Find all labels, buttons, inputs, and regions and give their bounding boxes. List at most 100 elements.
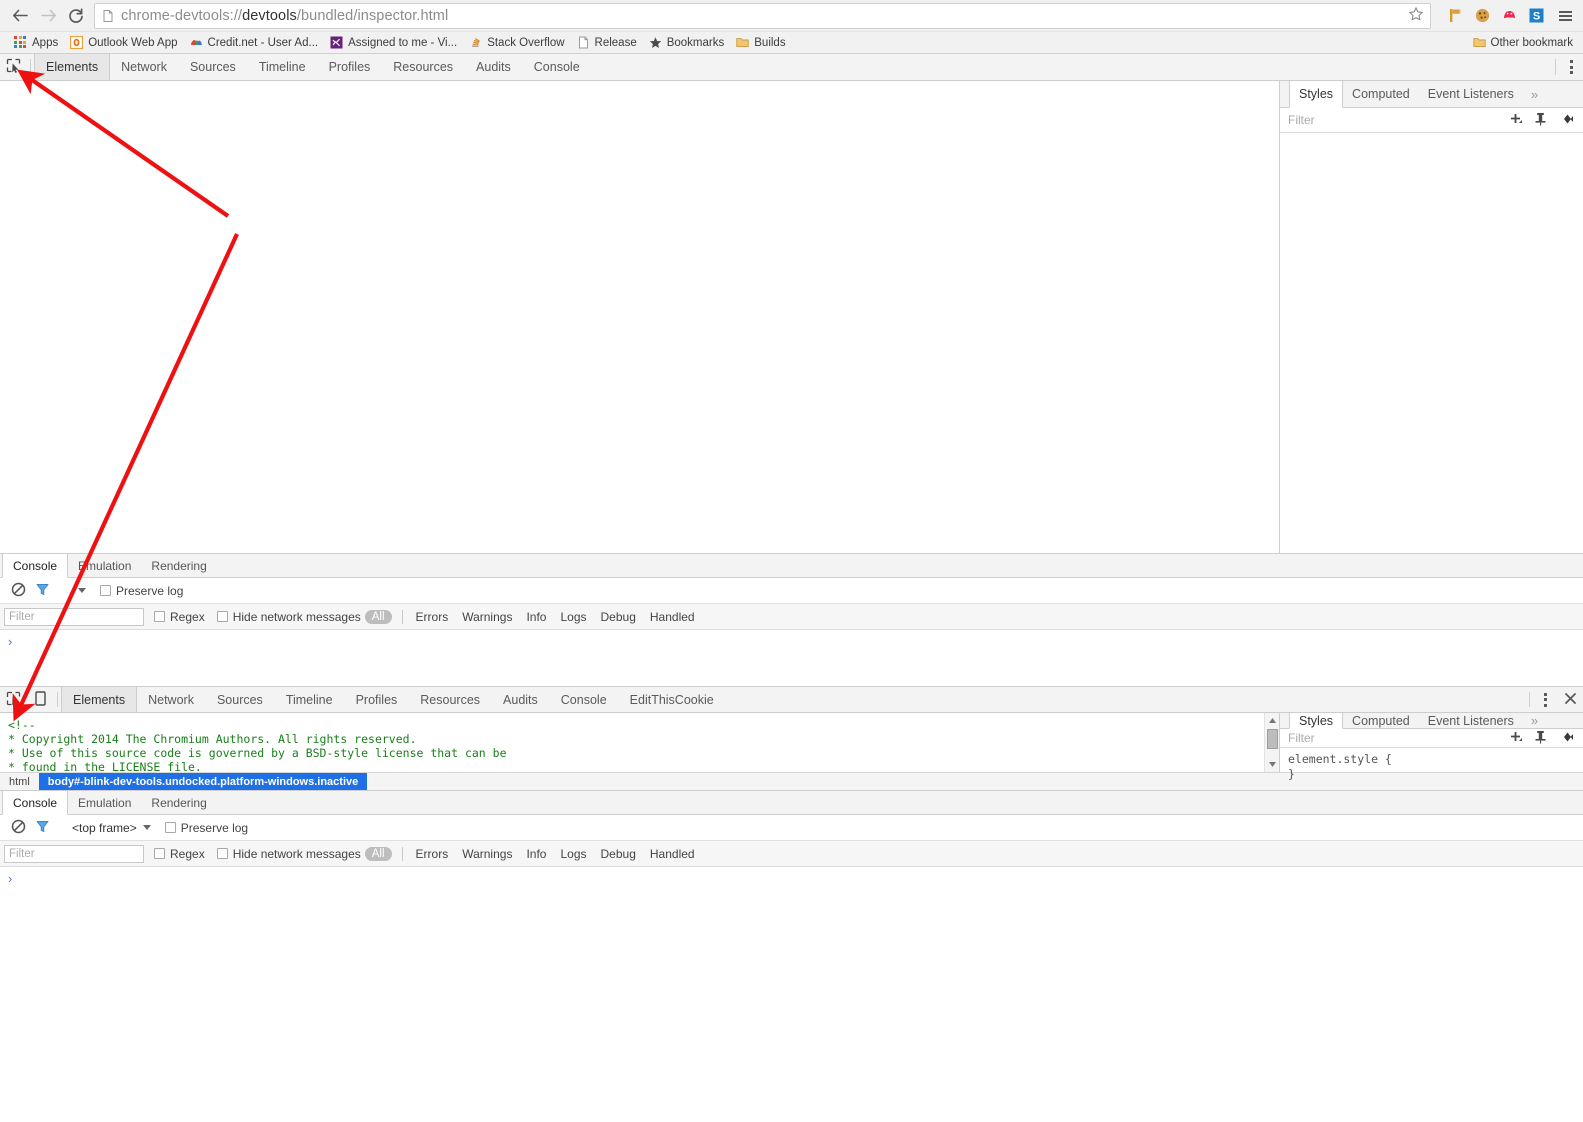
reload-button[interactable] — [62, 2, 90, 30]
console-level-logs-top[interactable]: Logs — [553, 610, 593, 624]
tab-audits[interactable]: Audits — [492, 687, 550, 712]
preserve-log-checkbox-bottom[interactable]: Preserve log — [164, 821, 248, 835]
console-level-logs-bottom[interactable]: Logs — [553, 847, 593, 861]
pin-icon[interactable] — [1534, 112, 1547, 129]
styles-tabs-overflow-icon[interactable]: » — [1523, 81, 1546, 107]
console-level-errors-top[interactable]: Errors — [409, 610, 456, 624]
bookmark-apps[interactable]: Apps — [8, 33, 64, 53]
tab-sources[interactable]: Sources — [179, 54, 248, 80]
tab-profiles[interactable]: Profiles — [318, 54, 383, 80]
filter-console-button-top[interactable] — [30, 582, 54, 600]
tab-elements[interactable]: Elements — [34, 54, 111, 80]
drawer-tab-emulation[interactable]: Emulation — [68, 554, 141, 577]
drawer-tab-rendering[interactable]: Rendering — [141, 791, 216, 814]
styles-tab-computed[interactable]: Computed — [1343, 713, 1419, 728]
tab-resources[interactable]: Resources — [409, 687, 492, 712]
console-level-handled-bottom[interactable]: Handled — [643, 847, 702, 861]
styles-rules-bottom[interactable]: element.style { } — [1280, 748, 1583, 786]
styles-tab-styles[interactable]: Styles — [1289, 81, 1344, 108]
styles-filter-input[interactable]: Filter — [1288, 113, 1508, 127]
device-mode-button-bottom[interactable] — [27, 687, 54, 712]
other-bookmarks-button[interactable]: Other bookmark — [1467, 33, 1575, 53]
console-level-warnings-top[interactable]: Warnings — [455, 610, 519, 624]
console-filter-input-top[interactable]: Filter — [4, 607, 144, 626]
elements-source-code[interactable]: <!-- * Copyright 2014 The Chromium Autho… — [0, 713, 1264, 774]
tab-console[interactable]: Console — [523, 54, 592, 80]
octopus-extension-icon[interactable] — [1500, 7, 1518, 25]
clear-console-button-top[interactable] — [6, 582, 30, 600]
inspect-element-button-bottom[interactable] — [0, 687, 27, 712]
bookmark-bookmarks[interactable]: Bookmarks — [643, 33, 731, 53]
scroll-down-arrow-icon[interactable] — [1265, 757, 1280, 772]
scroll-up-arrow-icon[interactable] — [1265, 713, 1280, 728]
s-extension-icon[interactable]: S — [1527, 7, 1545, 25]
regex-checkbox-bottom[interactable]: Regex — [154, 847, 205, 861]
tab-network[interactable]: Network — [137, 687, 206, 712]
drawer-tab-rendering[interactable]: Rendering — [141, 554, 216, 577]
console-level-handled-top[interactable]: Handled — [643, 610, 702, 624]
hide-network-messages-checkbox-bottom[interactable]: Hide network messages — [216, 847, 361, 861]
tab-resources[interactable]: Resources — [382, 54, 465, 80]
bookmark-star-icon[interactable] — [1400, 6, 1424, 25]
preserve-log-checkbox-top[interactable]: Preserve log — [100, 584, 183, 598]
tab-audits[interactable]: Audits — [465, 54, 523, 80]
elements-tree-top[interactable] — [0, 81, 1280, 553]
execution-context-selector-bottom[interactable]: <top frame> — [72, 821, 151, 835]
console-level-warnings-bottom[interactable]: Warnings — [455, 847, 519, 861]
forward-button[interactable] — [34, 2, 62, 30]
console-level-info-top[interactable]: Info — [519, 610, 553, 624]
tab-timeline[interactable]: Timeline — [248, 54, 318, 80]
tab-sources[interactable]: Sources — [206, 687, 275, 712]
devtools-main-menu-button-bottom[interactable] — [1533, 687, 1557, 712]
console-prompt-bottom[interactable]: › — [0, 867, 1583, 890]
console-prompt-top[interactable]: › — [0, 630, 1583, 686]
elements-scrollbar[interactable] — [1264, 713, 1279, 772]
bookmark-release[interactable]: Release — [571, 33, 643, 53]
inspect-element-button-top[interactable] — [0, 54, 27, 80]
console-level-all-top[interactable]: All — [364, 609, 392, 624]
bookmark-builds[interactable]: Builds — [730, 33, 791, 53]
drawer-tab-emulation[interactable]: Emulation — [68, 791, 141, 814]
tab-console[interactable]: Console — [550, 687, 619, 712]
scrollbar-thumb[interactable] — [1266, 729, 1278, 749]
bookmark-creditnet[interactable]: Credit.net - User Ad... — [184, 33, 325, 53]
close-devtools-button[interactable] — [1557, 687, 1583, 712]
console-level-debug-bottom[interactable]: Debug — [594, 847, 643, 861]
styles-tab-styles[interactable]: Styles — [1289, 713, 1344, 729]
toggle-element-state-icon[interactable] — [1558, 730, 1575, 747]
new-style-rule-icon[interactable] — [1508, 111, 1523, 129]
drawer-tab-console[interactable]: Console — [2, 791, 69, 815]
execution-context-selector-top[interactable] — [72, 588, 86, 593]
regex-checkbox-top[interactable]: Regex — [154, 610, 205, 624]
cookie-extension-icon[interactable] — [1473, 7, 1491, 25]
clear-console-button-bottom[interactable] — [6, 819, 30, 837]
ruler-extension-icon[interactable] — [1446, 7, 1464, 25]
styles-tabs-overflow-icon[interactable]: » — [1523, 713, 1546, 728]
elements-tree-bottom[interactable]: <!-- * Copyright 2014 The Chromium Autho… — [0, 713, 1280, 774]
console-level-errors-bottom[interactable]: Errors — [409, 847, 456, 861]
devtools-main-menu-button-top[interactable] — [1559, 54, 1583, 80]
pin-icon[interactable] — [1534, 730, 1547, 747]
back-button[interactable] — [6, 2, 34, 30]
hide-network-messages-checkbox-top[interactable]: Hide network messages — [216, 610, 361, 624]
bookmark-stack-overflow[interactable]: Stack Overflow — [463, 33, 570, 53]
chrome-menu-button[interactable] — [1555, 10, 1575, 21]
console-level-all-bottom[interactable]: All — [364, 846, 392, 861]
new-style-rule-icon[interactable] — [1508, 729, 1523, 747]
tab-editthiscookie[interactable]: EditThisCookie — [619, 687, 726, 712]
tab-elements[interactable]: Elements — [61, 687, 138, 712]
bookmark-outlook-web-app[interactable]: Outlook Web App — [64, 33, 183, 53]
drawer-tab-console[interactable]: Console — [2, 554, 69, 578]
styles-filter-input[interactable]: Filter — [1288, 731, 1508, 745]
console-level-debug-top[interactable]: Debug — [594, 610, 643, 624]
console-level-info-bottom[interactable]: Info — [519, 847, 553, 861]
tab-network[interactable]: Network — [110, 54, 179, 80]
address-bar[interactable]: chrome-devtools://devtools/bundled/inspe… — [94, 2, 1431, 29]
breadcrumb-body[interactable]: body#-blink-dev-tools.undocked.platform-… — [38, 773, 368, 790]
styles-tab-event-listeners[interactable]: Event Listeners — [1419, 713, 1523, 728]
bookmark-assigned-to-me[interactable]: Assigned to me - Vi... — [324, 33, 463, 53]
toggle-element-state-icon[interactable] — [1558, 112, 1575, 129]
breadcrumb-html[interactable]: html — [0, 773, 39, 790]
styles-tab-event-listeners[interactable]: Event Listeners — [1419, 81, 1523, 107]
tab-timeline[interactable]: Timeline — [275, 687, 345, 712]
